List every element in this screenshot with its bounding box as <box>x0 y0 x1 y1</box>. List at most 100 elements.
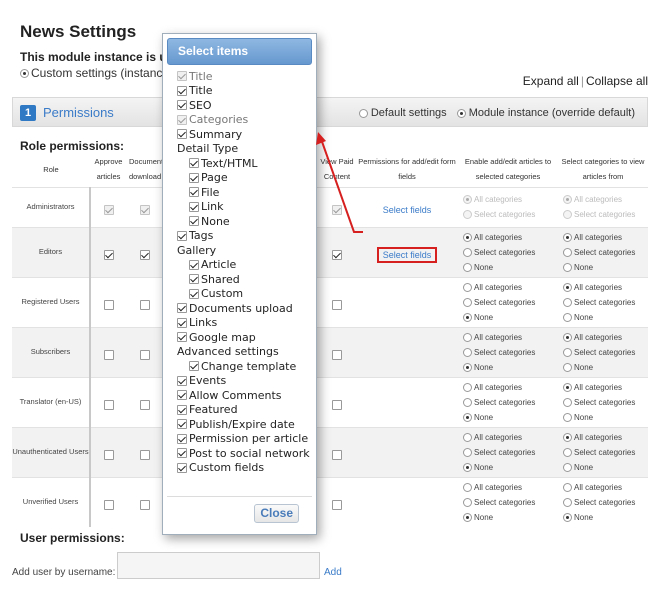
popup-item-checkbox[interactable] <box>177 404 187 415</box>
popup-item-checkbox[interactable] <box>189 274 199 285</box>
enable-add-radio-all[interactable] <box>463 482 472 492</box>
popup-item-checkbox[interactable] <box>177 129 187 140</box>
popup-item[interactable]: Events <box>177 374 310 389</box>
popup-item[interactable]: Featured <box>177 403 310 418</box>
popup-item[interactable]: Title <box>177 69 310 84</box>
enable-add-radio-select[interactable] <box>463 497 472 507</box>
enable-add-radio-none[interactable] <box>463 462 472 472</box>
enable-add-radio-none[interactable] <box>463 412 472 422</box>
documents-download-checkbox[interactable] <box>140 450 150 460</box>
select-view-option-none[interactable]: None <box>563 261 593 273</box>
popup-item-checkbox[interactable] <box>177 317 187 328</box>
select-view-radio-none[interactable] <box>563 262 572 272</box>
enable-add-radio-all[interactable] <box>463 332 472 342</box>
approve-articles-checkbox[interactable] <box>104 500 114 511</box>
enable-add-option-select[interactable]: Select categories <box>463 446 535 458</box>
enable-add-option-all[interactable]: All categories <box>463 381 522 393</box>
select-view-option-select[interactable]: Select categories <box>563 296 635 308</box>
enable-add-radio-none[interactable] <box>463 362 472 372</box>
select-view-option-all[interactable]: All categories <box>563 281 622 293</box>
select-view-option-all[interactable]: All categories <box>563 431 622 443</box>
select-view-radio-select[interactable] <box>563 297 572 307</box>
enable-add-option-none[interactable]: None <box>463 461 493 473</box>
select-view-option-select[interactable]: Select categories <box>563 496 635 508</box>
add-user-link[interactable]: Add <box>324 567 342 578</box>
select-view-radio-select[interactable] <box>563 347 572 357</box>
popup-item-checkbox[interactable] <box>177 100 187 111</box>
select-view-radio-all[interactable] <box>563 232 572 242</box>
popup-item[interactable]: Categories <box>177 113 310 128</box>
popup-item[interactable]: Summary <box>177 127 310 142</box>
select-view-option-all[interactable]: All categories <box>563 231 622 243</box>
popup-item[interactable]: None <box>177 214 310 229</box>
add-user-input[interactable] <box>117 552 320 579</box>
popup-item[interactable]: File <box>177 185 310 200</box>
popup-item-checkbox[interactable] <box>189 288 199 299</box>
popup-item-checkbox[interactable] <box>177 390 187 401</box>
popup-item[interactable]: Tags <box>177 229 310 244</box>
popup-item[interactable]: Documents upload <box>177 301 310 316</box>
approve-articles-checkbox[interactable] <box>104 300 114 310</box>
select-view-option-select[interactable]: Select categories <box>563 446 635 458</box>
popup-item[interactable]: Post to social network <box>177 446 310 461</box>
popup-item-checkbox[interactable] <box>189 216 199 227</box>
enable-add-radio-select[interactable] <box>463 447 472 457</box>
enable-add-radio-all[interactable] <box>463 282 472 292</box>
expand-all-link[interactable]: Expand all <box>523 74 579 88</box>
enable-add-option-all[interactable]: All categories <box>463 331 522 343</box>
view-paid-content-checkbox[interactable] <box>332 450 342 460</box>
select-view-radio-none[interactable] <box>563 312 572 322</box>
enable-add-option-select[interactable]: Select categories <box>463 296 535 308</box>
documents-download-checkbox[interactable] <box>140 500 150 511</box>
select-view-radio-all[interactable] <box>563 432 572 442</box>
enable-add-option-none[interactable]: None <box>463 311 493 323</box>
popup-item[interactable]: SEO <box>177 98 310 113</box>
popup-item-checkbox[interactable] <box>177 230 187 241</box>
popup-item-checkbox[interactable] <box>177 303 187 314</box>
enable-add-radio-all[interactable] <box>463 432 472 442</box>
select-view-option-none[interactable]: None <box>563 461 593 473</box>
select-view-radio-none[interactable] <box>563 512 572 522</box>
select-view-radio-select[interactable] <box>563 447 572 457</box>
popup-item[interactable]: Allow Comments <box>177 388 310 403</box>
enable-add-option-all[interactable]: All categories <box>463 281 522 293</box>
enable-add-option-all[interactable]: All categories <box>463 481 522 493</box>
select-view-radio-select[interactable] <box>563 397 572 407</box>
enable-add-option-all[interactable]: All categories <box>463 431 522 443</box>
select-view-option-all[interactable]: All categories <box>563 331 622 343</box>
view-paid-content-checkbox[interactable] <box>332 350 342 360</box>
custom-settings-option[interactable]: Custom settings (instance <box>20 66 169 80</box>
permissions-title[interactable]: Permissions <box>43 105 114 120</box>
popup-item-checkbox[interactable] <box>189 259 199 270</box>
select-view-option-none[interactable]: None <box>563 511 593 523</box>
popup-item[interactable]: Custom <box>177 287 310 302</box>
enable-add-radio-all[interactable] <box>463 232 472 242</box>
select-fields-link[interactable]: Select fields <box>383 205 432 215</box>
select-view-radio-select[interactable] <box>563 247 572 257</box>
popup-item[interactable]: Page <box>177 171 310 186</box>
popup-item-checkbox[interactable] <box>189 201 199 212</box>
enable-add-radio-select[interactable] <box>463 397 472 407</box>
popup-item[interactable]: Links <box>177 316 310 331</box>
popup-item[interactable]: Permission per article <box>177 432 310 447</box>
popup-item[interactable]: Change template <box>177 359 310 374</box>
popup-item-checkbox[interactable] <box>189 172 199 183</box>
popup-item-checkbox[interactable] <box>189 187 199 198</box>
view-paid-content-checkbox[interactable] <box>332 400 342 410</box>
enable-add-option-none[interactable]: None <box>463 511 493 523</box>
popup-item[interactable]: Text/HTML <box>177 156 310 171</box>
select-view-option-all[interactable]: All categories <box>563 381 622 393</box>
enable-add-option-none[interactable]: None <box>463 261 493 273</box>
popup-item[interactable]: Publish/Expire date <box>177 417 310 432</box>
select-view-option-select[interactable]: Select categories <box>563 346 635 358</box>
popup-item-checkbox[interactable] <box>189 361 199 372</box>
approve-articles-checkbox[interactable] <box>104 450 114 460</box>
select-view-radio-none[interactable] <box>563 362 572 372</box>
enable-add-option-select[interactable]: Select categories <box>463 346 535 358</box>
popup-item[interactable]: Custom fields <box>177 461 310 476</box>
popup-item-checkbox[interactable] <box>177 332 187 343</box>
select-view-option-select[interactable]: Select categories <box>563 396 635 408</box>
documents-download-checkbox[interactable] <box>140 400 150 410</box>
approve-articles-checkbox[interactable] <box>104 250 114 260</box>
module-instance-option[interactable]: Module instance (override default) <box>456 107 635 119</box>
